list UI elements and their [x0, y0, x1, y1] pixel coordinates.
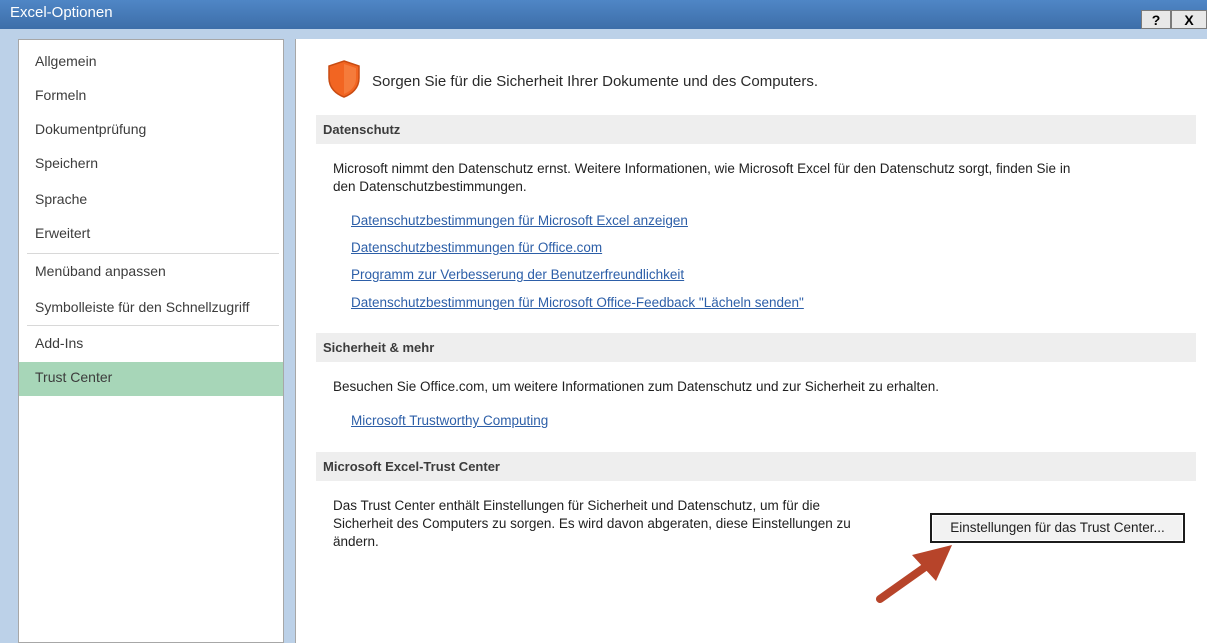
- shield-icon: [328, 60, 360, 98]
- sidebar-item-speichern[interactable]: Speichern: [19, 148, 283, 182]
- trust-center-text-line: Das Trust Center enthält Einstellungen f…: [333, 498, 821, 513]
- trust-center-text-line: Sicherheit des Computers zu sorgen. Es w…: [333, 516, 851, 531]
- sidebar-item-allgemein[interactable]: Allgemein: [19, 46, 283, 80]
- section-heading-datenschutz: Datenschutz: [316, 115, 1196, 144]
- sidebar-divider: [27, 253, 279, 254]
- sidebar-item-add-ins[interactable]: Add-Ins: [19, 328, 283, 362]
- sidebar-item-sprache[interactable]: Sprache: [19, 184, 283, 218]
- section-heading-sicherheit: Sicherheit & mehr: [316, 333, 1196, 362]
- title-buttons: ? X: [1141, 10, 1207, 29]
- trust-center-text-line: ändern.: [333, 534, 379, 549]
- link-excel-privacy[interactable]: Datenschutzbestimmungen für Microsoft Ex…: [351, 213, 688, 228]
- privacy-text-line: den Datenschutzbestimmungen.: [333, 179, 527, 194]
- main-content: Sorgen Sie für die Sicherheit Ihrer Doku…: [295, 39, 1207, 643]
- red-arrow-annotation: [876, 545, 952, 603]
- sidebar-item-formeln[interactable]: Formeln: [19, 80, 283, 114]
- title-bar: Excel-Optionen ? X: [0, 0, 1207, 29]
- sidebar-item-dokumentpruefung[interactable]: Dokumentprüfung: [19, 114, 283, 148]
- link-ceip[interactable]: Programm zur Verbesserung der Benutzerfr…: [351, 267, 684, 282]
- sidebar-item-erweitert[interactable]: Erweitert: [19, 218, 283, 252]
- sidebar: Allgemein Formeln Dokumentprüfung Speich…: [18, 39, 284, 643]
- help-button[interactable]: ?: [1141, 10, 1171, 29]
- link-trustworthy-computing[interactable]: Microsoft Trustworthy Computing: [351, 413, 548, 428]
- section-heading-trust-center: Microsoft Excel-Trust Center: [316, 452, 1196, 481]
- sidebar-item-trust-center[interactable]: Trust Center: [19, 362, 283, 396]
- link-feedback-privacy[interactable]: Datenschutzbestimmungen für Microsoft Of…: [351, 295, 804, 310]
- security-text: Besuchen Sie Office.com, um weitere Info…: [333, 379, 940, 394]
- sidebar-item-schnellzugriff[interactable]: Symbolleiste für den Schnellzugriff: [19, 292, 283, 326]
- window-title: Excel-Optionen: [10, 4, 113, 21]
- sidebar-divider: [27, 325, 279, 326]
- link-office-privacy[interactable]: Datenschutzbestimmungen für Office.com: [351, 240, 602, 255]
- sidebar-item-menueband[interactable]: Menüband anpassen: [19, 256, 283, 290]
- trust-center-settings-button[interactable]: Einstellungen für das Trust Center...: [930, 513, 1185, 543]
- close-button[interactable]: X: [1171, 10, 1207, 29]
- window-frame: Allgemein Formeln Dokumentprüfung Speich…: [0, 29, 1207, 643]
- privacy-text-line: Microsoft nimmt den Datenschutz ernst. W…: [333, 161, 1071, 176]
- page-header: Sorgen Sie für die Sicherheit Ihrer Doku…: [372, 73, 819, 90]
